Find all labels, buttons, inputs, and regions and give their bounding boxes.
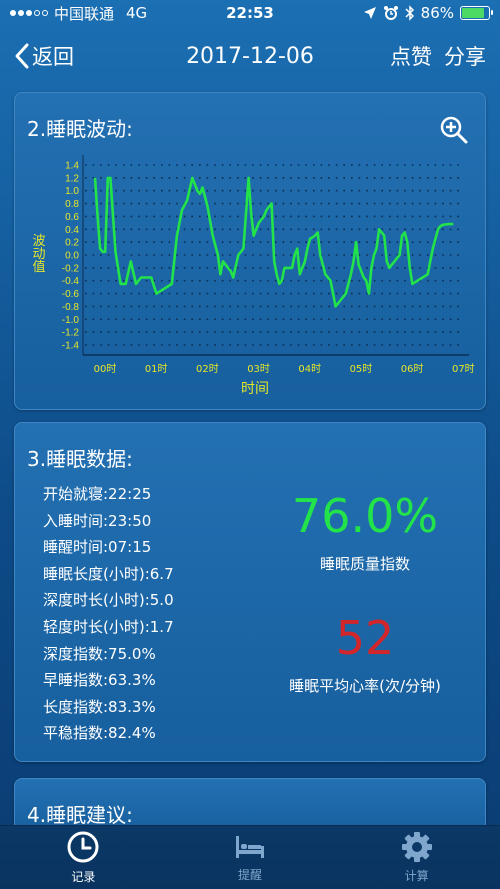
heart-rate-label: 睡眠平均心率(次/分钟): [289, 677, 441, 695]
x-tick-label: 04时: [298, 363, 321, 375]
sleep-advice-title: 4.睡眠建议:: [27, 803, 133, 827]
sleep-data-item: 深度时长(小时):5.0: [43, 591, 174, 610]
x-tick-label: 01时: [145, 363, 168, 375]
tab-records-label: 记录: [71, 870, 96, 884]
bed-icon: [236, 836, 264, 858]
battery-percent: 86%: [420, 4, 454, 22]
x-tick-label: 00时: [94, 363, 117, 375]
y-tick-label: 0.6: [65, 212, 79, 223]
y-tick-label: 0.4: [65, 225, 79, 236]
y-tick-label: -0.6: [62, 289, 80, 300]
tab-reminders[interactable]: 提醒: [167, 826, 334, 889]
y-tick-label: -1.4: [62, 341, 80, 352]
alarm-icon: [383, 6, 398, 20]
status-left: 中国联通 4G: [10, 3, 147, 24]
status-right: 86%: [363, 4, 493, 22]
y-tick-label: -0.4: [62, 276, 80, 287]
sleep-data-title: 3.睡眠数据:: [27, 447, 133, 471]
tab-reminders-label: 提醒: [238, 868, 263, 882]
clock-icon: [67, 831, 99, 863]
x-tick-label: 07时: [452, 363, 475, 375]
sleep-data-card: 3.睡眠数据: 开始就寝:22:25 入睡时间:23:50 睡醒时间:07:15 睡眠…: [14, 422, 486, 762]
y-tick-label: 1.0: [65, 186, 79, 197]
x-tick-label: 02时: [196, 363, 219, 375]
y-tick-label: -1.2: [62, 328, 80, 339]
sleep-data-item: 平稳指数:82.4%: [43, 724, 156, 743]
nav-actions: 点赞 分享: [390, 41, 486, 71]
sleep-data-item: 睡眠长度(小时):6.7: [43, 564, 174, 583]
tab-calculate[interactable]: 计算: [333, 826, 500, 889]
sleep-data-list: 开始就寝:22:25 入睡时间:23:50 睡醒时间:07:15 睡眠长度(小时):6…: [43, 481, 174, 747]
signal-strength-icon: [10, 10, 48, 16]
x-axis-label: 时间: [241, 381, 269, 397]
battery-level: [462, 8, 485, 18]
sleep-quality-value: 76.0%: [291, 489, 439, 543]
tab-calculate-label: 计算: [404, 869, 429, 883]
x-tick-label: 06时: [401, 363, 424, 375]
like-button[interactable]: 点赞: [390, 41, 432, 71]
y-tick-label: -0.8: [62, 302, 80, 313]
y-axis-label: 波动值: [30, 234, 46, 274]
sleep-data-item: 长度指数:83.3%: [43, 697, 156, 716]
y-tick-label: -1.0: [62, 315, 80, 326]
sleep-quality-label: 睡眠质量指数: [319, 555, 410, 573]
network-label: 4G: [126, 4, 148, 22]
sleep-data-item: 轻度时长(小时):1.7: [43, 617, 174, 636]
y-tick-label: 0.2: [65, 238, 79, 249]
heart-rate-value: 52: [335, 611, 395, 665]
sleep-wave-card: 2.睡眠波动: 1.4 1.2 1.0 0.8 0.6 0.4 0.2 0.0 -0.2 -0.4…: [14, 92, 486, 410]
status-bar: 中国联通 4G 22:53 86%: [0, 0, 500, 26]
back-label: 返回: [32, 45, 74, 69]
tab-records[interactable]: 记录: [0, 826, 167, 889]
y-tick-label: 0.8: [65, 199, 79, 210]
gear-icon: [401, 832, 432, 862]
x-tick-label: 03时: [247, 363, 270, 375]
sleep-wave-chart: 1.41.2 1.0 0.8 0.6 0.4 0.2 0.0-0.2 -0.4 -0.6 -0.8…: [30, 155, 475, 397]
bluetooth-icon: [405, 5, 414, 21]
sleep-data-item: 深度指数:75.0%: [43, 644, 156, 663]
sleep-wave-line: [93, 176, 454, 308]
sleep-data-item: 入睡时间:23:50: [43, 511, 152, 530]
tab-bar: 记录 提醒 计算: [0, 825, 500, 889]
sleep-data-item: 早睡指数:63.3%: [43, 671, 156, 690]
battery-icon: [460, 6, 493, 20]
share-button[interactable]: 分享: [444, 41, 486, 71]
sleep-data-item: 睡醒时间:07:15: [43, 538, 152, 557]
nav-bar: 返回 2017-12-06 点赞 分享: [0, 26, 500, 86]
y-tick-label: 1.2: [65, 173, 79, 184]
y-tick-label: 1.4: [65, 161, 79, 172]
chevron-left-icon: [15, 43, 29, 69]
back-button[interactable]: 返回: [14, 41, 74, 71]
y-tick-label: -0.2: [62, 263, 80, 274]
location-arrow-icon: [363, 7, 376, 19]
sleep-data-item: 开始就寝:22:25: [43, 485, 152, 503]
x-tick-label: 05时: [350, 363, 373, 375]
carrier-label: 中国联通: [54, 4, 115, 23]
y-tick-label: 0.0: [65, 251, 79, 262]
